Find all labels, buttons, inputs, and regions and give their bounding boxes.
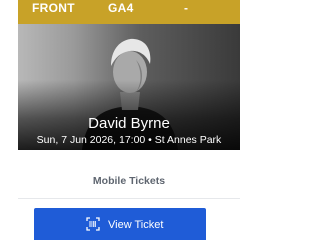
ticket-area: GA4 <box>108 1 134 15</box>
divider <box>18 198 240 199</box>
view-ticket-label: View Ticket <box>108 219 164 231</box>
view-ticket-button[interactable]: View Ticket <box>34 208 206 240</box>
event-details: Sun, 7 Jun 2026, 17:00 • St Annes Park <box>36 134 222 146</box>
barcode-icon <box>86 217 100 231</box>
ticket-info-bar: FRONT GA4 - <box>18 0 240 24</box>
ticket-section: FRONT <box>32 1 75 15</box>
ticket-type-label: Mobile Tickets <box>92 175 166 187</box>
event-hero-image: David Byrne Sun, 7 Jun 2026, 17:00 • St … <box>18 24 240 150</box>
ticket-page: FRONT GA4 - David Byrne Sun, 7 Jun 2026,… <box>0 0 240 240</box>
artist-name: David Byrne <box>88 115 170 132</box>
ticket-seat: - <box>184 1 189 15</box>
